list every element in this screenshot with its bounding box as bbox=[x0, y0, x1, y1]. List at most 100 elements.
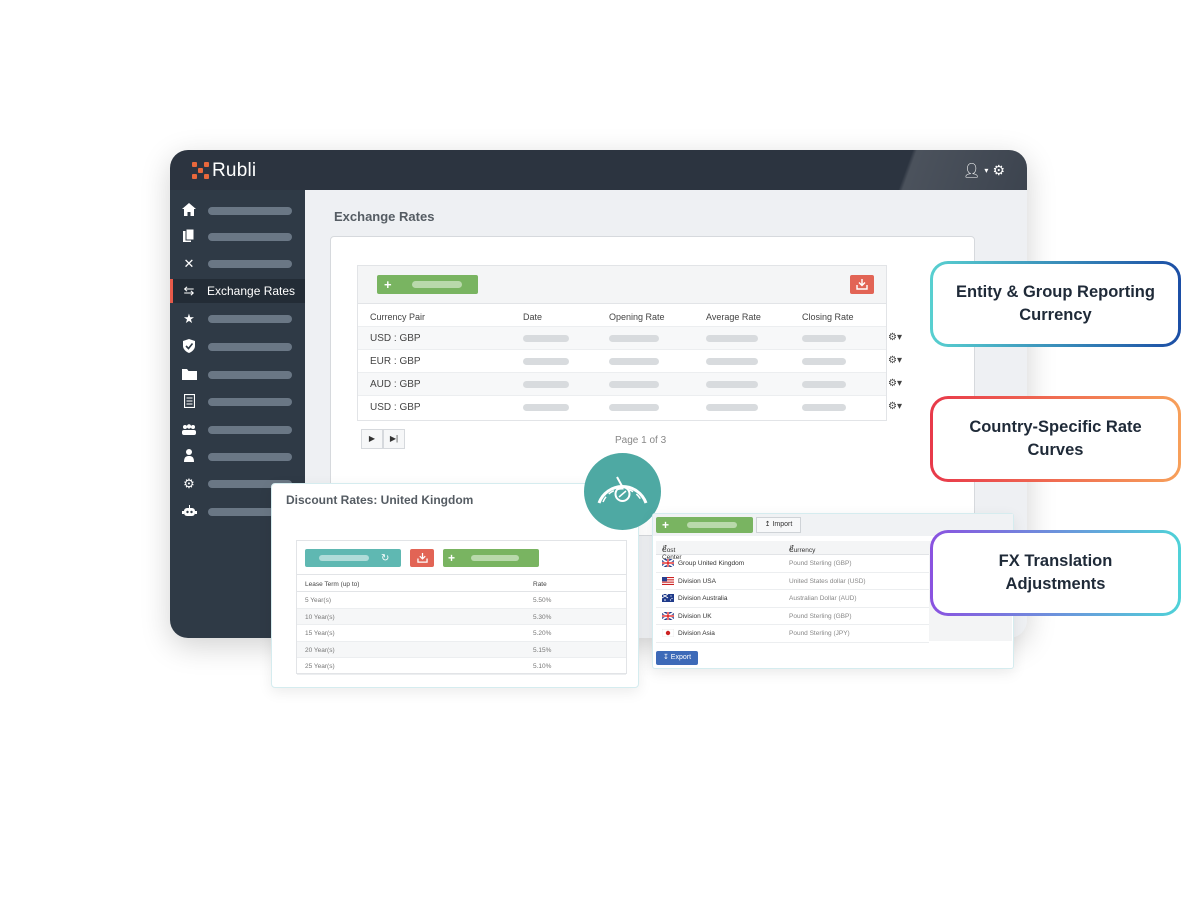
pagination: ▶ ▶| bbox=[361, 429, 405, 449]
average-rate-placeholder bbox=[706, 381, 758, 388]
last-page-button[interactable]: ▶| bbox=[383, 429, 405, 449]
column-header[interactable]: Average Rate bbox=[706, 312, 761, 322]
table-body: USD : GBP ⚙︎▾ EUR : GBP ⚙︎▾ AUD: GBP ⚙︎… bbox=[358, 326, 902, 418]
table-row[interactable]: AUD : GBP ⚙︎▾ bbox=[358, 372, 902, 395]
sidebar-item-tools[interactable]: ✕ bbox=[170, 252, 305, 276]
sidebar-item-exchange-rates[interactable]: ⇆ Exchange Rates bbox=[170, 279, 305, 303]
table-row[interactable]: USD : GBP ⚙︎▾ bbox=[358, 395, 902, 418]
export-button[interactable]: ↧ Export bbox=[656, 651, 698, 665]
table-row[interactable]: Division UK Pound Sterling (GBP) bbox=[656, 608, 929, 625]
sidebar-placeholder bbox=[208, 315, 292, 323]
download-icon bbox=[856, 279, 868, 290]
table-row[interactable]: 10 Year(s) 5.30% bbox=[297, 608, 626, 625]
column-header[interactable]: Currency ⇵ bbox=[789, 544, 815, 554]
page-title: Exchange Rates bbox=[334, 209, 435, 224]
logo-mark-icon bbox=[192, 162, 210, 180]
top-right-controls: 👤︎ ▾ ⚙︎ bbox=[963, 162, 1005, 179]
gear-icon[interactable]: ⚙︎ bbox=[992, 162, 1005, 179]
column-header[interactable]: Date bbox=[523, 312, 542, 322]
opening-rate-placeholder bbox=[609, 381, 659, 388]
row-actions-gear-icon[interactable]: ⚙︎▾ bbox=[888, 401, 902, 412]
table-row[interactable]: USD : GBP ⚙︎▾ bbox=[358, 326, 902, 349]
opening-rate-placeholder bbox=[609, 404, 659, 411]
sidebar-placeholder bbox=[208, 371, 292, 379]
row-actions-gear-icon[interactable]: ⚙︎▾ bbox=[888, 332, 902, 343]
sidebar-item-favorites[interactable]: ★ bbox=[170, 307, 305, 331]
callout-rate-curves: Country-Specific Rate Curves bbox=[930, 396, 1181, 482]
add-discount-rate-button[interactable]: + bbox=[443, 549, 539, 567]
logo-text: Rubli bbox=[212, 160, 257, 181]
add-rate-button[interactable]: + bbox=[377, 275, 478, 294]
user-icon[interactable]: 👤︎ bbox=[963, 162, 981, 179]
logo[interactable]: Rubli bbox=[192, 160, 256, 182]
date-placeholder bbox=[523, 381, 569, 388]
currency-name: United States dollar (USD) bbox=[789, 577, 866, 585]
home-icon bbox=[181, 203, 197, 219]
plus-icon: + bbox=[384, 277, 392, 292]
sidebar-item-security[interactable] bbox=[170, 335, 305, 359]
currency-pair: EUR : GBP bbox=[370, 356, 421, 367]
table-header: Cost Center ⇵ Currency ⇵ bbox=[656, 541, 929, 561]
percent-gauge-icon bbox=[597, 476, 648, 504]
column-header[interactable]: Opening Rate bbox=[609, 312, 665, 322]
callout-text: Country-Specific Rate Curves bbox=[969, 418, 1142, 459]
japan-flag-icon bbox=[661, 628, 675, 638]
rate-value: 5.20% bbox=[533, 630, 552, 637]
lease-term: 25 Year(s) bbox=[305, 663, 335, 670]
chevron-down-icon[interactable]: ▾ bbox=[984, 166, 988, 175]
import-button[interactable]: ↥ Import bbox=[756, 517, 801, 533]
callout-text: Entity & Group Reporting Currency bbox=[956, 283, 1155, 324]
star-icon: ★ bbox=[183, 311, 195, 326]
currency-name: Pound Sterling (JPY) bbox=[789, 630, 850, 637]
row-actions-gear-icon[interactable]: ⚙︎▾ bbox=[888, 355, 902, 366]
lease-term: 5 Year(s) bbox=[305, 597, 332, 604]
download-button[interactable] bbox=[410, 549, 434, 567]
sidebar-item-reports[interactable] bbox=[170, 390, 305, 414]
table-row[interactable]: 15 Year(s) 5.20% bbox=[297, 625, 626, 642]
exchange-icon: ⇆ bbox=[183, 283, 195, 298]
button-label-placeholder bbox=[687, 522, 738, 528]
download-icon bbox=[416, 553, 428, 563]
table-row[interactable]: 20 Year(s) 5.15% bbox=[297, 641, 626, 658]
column-header[interactable]: Cost Center ⇵ bbox=[662, 544, 682, 561]
group-icon bbox=[181, 423, 197, 438]
import-label: Import bbox=[772, 521, 793, 528]
table-row[interactable]: Division Australia Australian Dollar (AU… bbox=[656, 590, 929, 608]
table-row[interactable]: Division USA United States dollar (USD) bbox=[656, 573, 929, 590]
column-header[interactable]: Closing Rate bbox=[802, 312, 854, 322]
person-icon bbox=[181, 449, 197, 465]
add-cost-center-button[interactable]: + bbox=[656, 517, 753, 533]
next-page-button[interactable]: ▶ bbox=[361, 429, 383, 449]
lease-term: 10 Year(s) bbox=[305, 613, 335, 621]
sidebar-item-label: Exchange Rates bbox=[207, 284, 296, 298]
table-row[interactable]: Group United Kingdom Pound Sterling (GBP… bbox=[656, 555, 929, 573]
currency-pair: AUD : GBP bbox=[370, 379, 421, 390]
table-toolbar: + bbox=[358, 266, 886, 304]
cost-center-name: Division UK bbox=[678, 612, 712, 620]
column-header[interactable]: Rate bbox=[533, 581, 547, 588]
row-actions-gear-icon[interactable]: ⚙︎▾ bbox=[888, 378, 902, 389]
top-bar: Rubli 👤︎ ▾ ⚙︎ bbox=[170, 150, 1027, 190]
sidebar-item-users[interactable] bbox=[170, 445, 305, 469]
table-row[interactable]: 25 Year(s) 5.10% bbox=[297, 658, 626, 675]
discount-toolbar: ↻ + bbox=[297, 541, 626, 575]
currency-name: Pound Sterling (GBP) bbox=[789, 560, 852, 567]
table-body: 5 Year(s) 5.50% 10 Year(s) 5.30% 15 Year(s… bbox=[297, 592, 626, 675]
folder-icon bbox=[181, 368, 197, 383]
date-placeholder bbox=[523, 335, 569, 342]
column-header[interactable]: Lease Term (up to) bbox=[305, 581, 359, 588]
sidebar-item-folders[interactable] bbox=[170, 363, 305, 387]
export-icon: ↧ bbox=[662, 654, 669, 661]
table-row[interactable]: 5 Year(s) 5.50% bbox=[297, 592, 626, 609]
sidebar-item-documents[interactable] bbox=[170, 225, 305, 249]
column-header[interactable]: Currency Pair bbox=[370, 312, 425, 322]
sidebar-item-home[interactable] bbox=[170, 199, 305, 223]
download-button[interactable] bbox=[850, 275, 874, 294]
table-row[interactable]: Division Asia Pound Sterling (JPY) bbox=[656, 625, 929, 643]
refresh-button[interactable]: ↻ bbox=[305, 549, 401, 567]
table-row[interactable]: EUR : GBP ⚙︎▾ bbox=[358, 349, 902, 372]
tools-icon: ✕ bbox=[183, 256, 195, 271]
closing-rate-placeholder bbox=[802, 404, 846, 411]
date-placeholder bbox=[523, 358, 569, 365]
sidebar-item-groups[interactable] bbox=[170, 418, 305, 442]
